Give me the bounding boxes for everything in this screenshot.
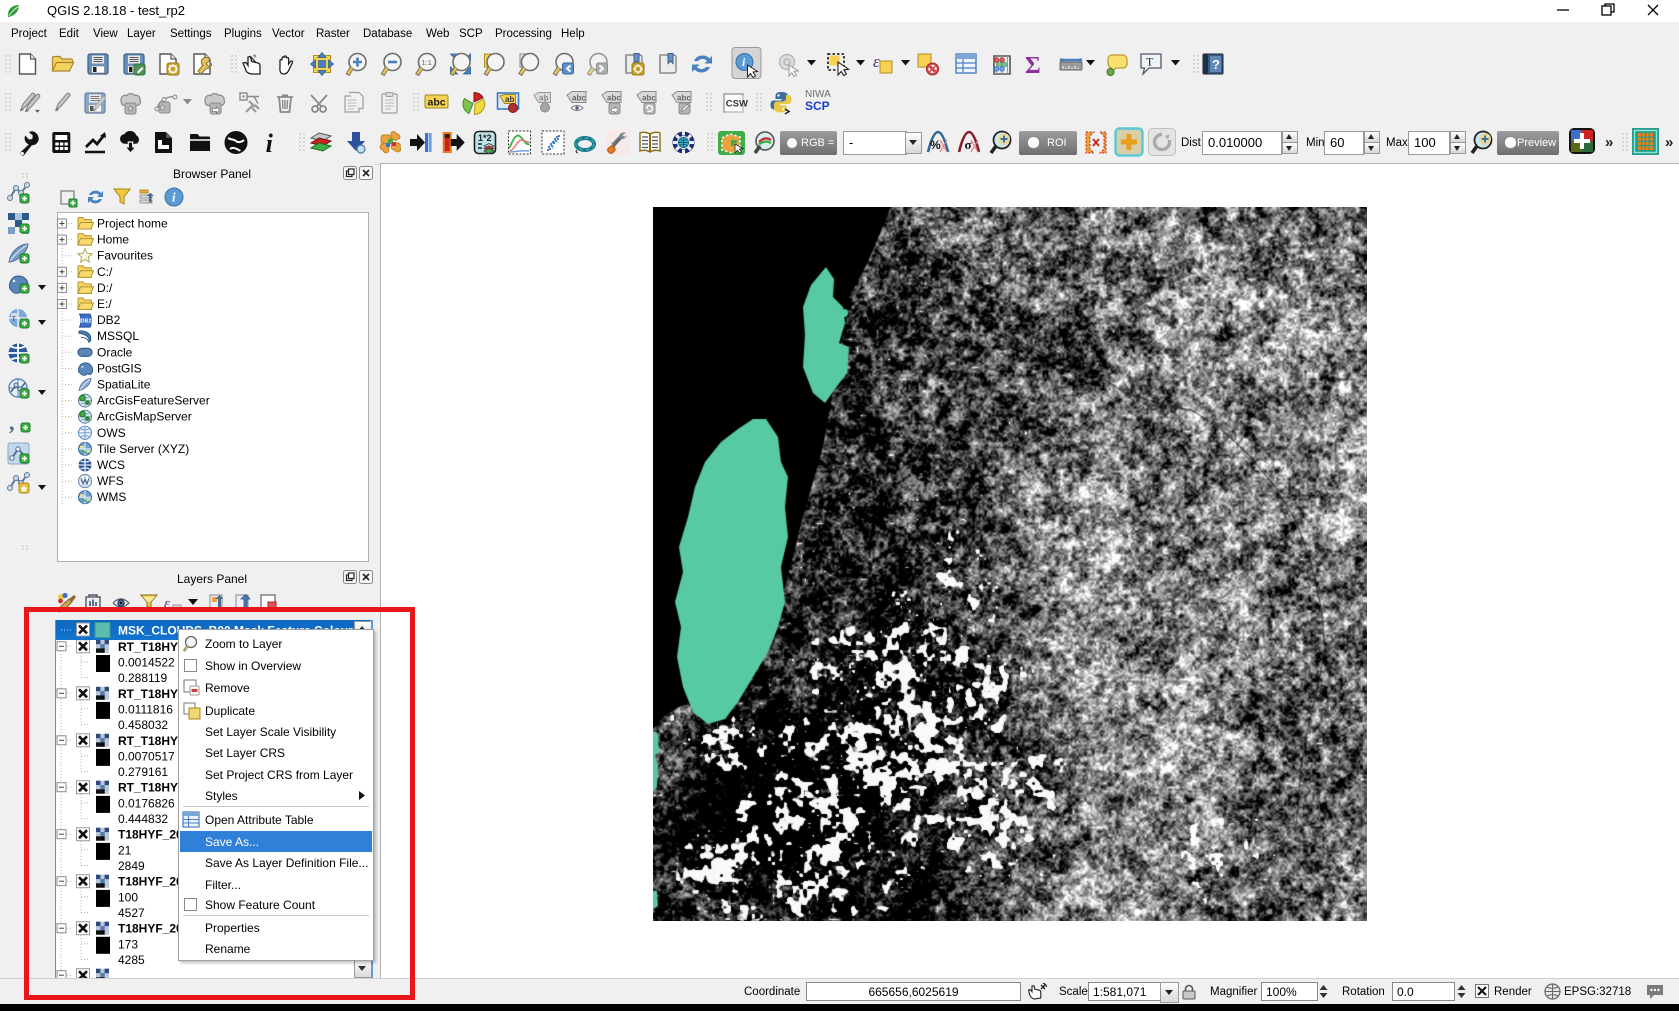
- svg-text:MSSQL: MSSQL: [97, 329, 139, 343]
- svg-text:Project home: Project home: [97, 217, 168, 231]
- svg-text:σ: σ: [965, 137, 972, 152]
- svg-text:Tile Server (XYZ): Tile Server (XYZ): [97, 442, 189, 456]
- svg-text:C:/: C:/: [97, 265, 113, 279]
- svg-text:ab: ab: [505, 95, 514, 104]
- svg-text:Oracle: Oracle: [97, 345, 133, 359]
- svg-text:PostGIS: PostGIS: [97, 361, 142, 375]
- svg-text:E:/: E:/: [97, 297, 112, 311]
- svg-text:WCS: WCS: [97, 458, 125, 472]
- svg-text:ab: ab: [539, 94, 548, 103]
- svg-text:D:/: D:/: [97, 281, 113, 295]
- svg-text:abc: abc: [428, 97, 446, 109]
- svg-text:T: T: [12, 317, 16, 323]
- svg-text:?: ?: [1212, 57, 1220, 72]
- svg-text:1*2: 1*2: [478, 133, 492, 143]
- svg-text:T: T: [1146, 55, 1154, 69]
- svg-text:WFS: WFS: [97, 474, 124, 488]
- svg-text:ArcGisMapServer: ArcGisMapServer: [97, 410, 192, 424]
- svg-text:%: %: [930, 138, 941, 152]
- svg-text:1:1: 1:1: [422, 58, 432, 67]
- svg-text:Home: Home: [97, 233, 129, 247]
- svg-text:»: »: [1605, 134, 1613, 151]
- svg-text:SCP: SCP: [805, 99, 830, 113]
- svg-text:WMS: WMS: [97, 490, 126, 504]
- svg-text:CSW: CSW: [726, 99, 748, 110]
- svg-text:ε: ε: [873, 52, 880, 71]
- svg-text:,: ,: [9, 410, 15, 435]
- svg-text:ArcGisFeatureServer: ArcGisFeatureServer: [97, 394, 210, 408]
- svg-text:SpatiaLite: SpatiaLite: [97, 378, 151, 392]
- svg-text:OWS: OWS: [97, 426, 126, 440]
- svg-text:i: i: [266, 129, 274, 158]
- svg-text:Favourites: Favourites: [97, 249, 153, 263]
- svg-text:DB2: DB2: [97, 313, 121, 327]
- svg-text:i: i: [172, 190, 176, 205]
- svg-text:»: »: [1665, 134, 1673, 151]
- svg-text:Σ: Σ: [1025, 53, 1041, 79]
